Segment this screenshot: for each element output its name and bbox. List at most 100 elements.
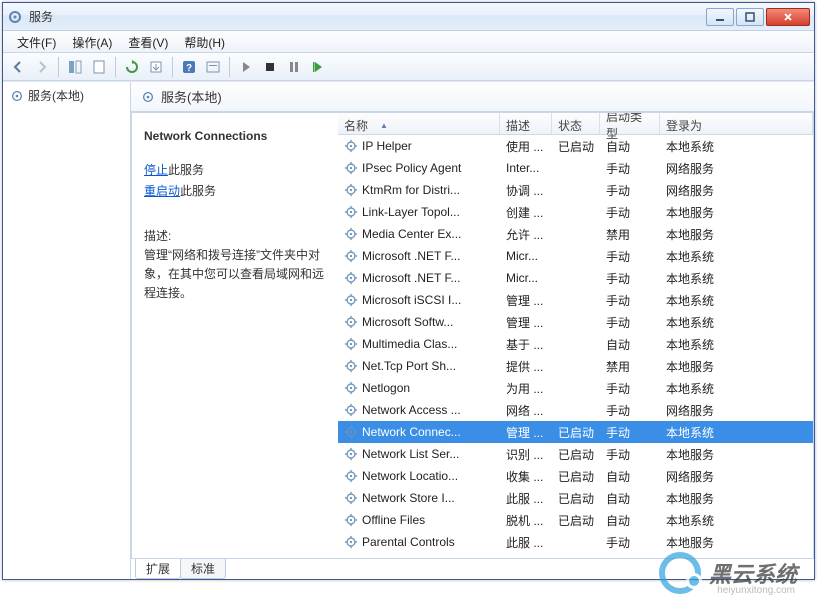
tree-pane[interactable]: 服务(本地) xyxy=(3,82,131,579)
service-row[interactable]: KtmRm for Distri...协调 ...手动网络服务 xyxy=(338,179,813,201)
service-startup: 手动 xyxy=(600,160,660,177)
stop-link[interactable]: 停止 xyxy=(144,163,168,177)
service-icon xyxy=(344,227,358,241)
description-label: 描述: xyxy=(144,227,326,244)
service-desc: 此服 ... xyxy=(500,490,552,507)
pause-service-button[interactable] xyxy=(283,56,305,78)
service-row[interactable]: Network List Ser...识别 ...已启动手动本地服务 xyxy=(338,443,813,465)
service-icon xyxy=(344,271,358,285)
col-startup[interactable]: 启动类型 xyxy=(600,113,660,134)
separator xyxy=(115,57,116,77)
refresh-button[interactable] xyxy=(121,56,143,78)
service-row[interactable]: Microsoft Softw...管理 ...手动本地系统 xyxy=(338,311,813,333)
right-header: 服务(本地) xyxy=(131,82,814,112)
col-description[interactable]: 描述 xyxy=(500,113,552,134)
menu-help[interactable]: 帮助(H) xyxy=(176,31,233,52)
forward-button[interactable] xyxy=(31,56,53,78)
restart-service-button[interactable] xyxy=(307,56,329,78)
service-icon xyxy=(344,447,358,461)
show-hide-tree-button[interactable] xyxy=(64,56,86,78)
service-row[interactable]: Offline Files脱机 ...已启动自动本地系统 xyxy=(338,509,813,531)
service-startup: 手动 xyxy=(600,534,660,551)
close-button[interactable] xyxy=(766,8,810,26)
service-icon xyxy=(344,513,358,527)
service-logon: 本地系统 xyxy=(660,248,813,265)
service-logon: 网络服务 xyxy=(660,468,813,485)
list-body[interactable]: IP Helper使用 ...已启动自动本地系统IPsec Policy Age… xyxy=(338,135,813,558)
service-startup: 手动 xyxy=(600,314,660,331)
service-name: IP Helper xyxy=(362,139,412,153)
help-button[interactable]: ? xyxy=(178,56,200,78)
service-logon: 本地系统 xyxy=(660,292,813,309)
column-headers: 名称▲ 描述 状态 启动类型 登录为 xyxy=(338,113,813,135)
service-desc: 管理 ... xyxy=(500,314,552,331)
service-row[interactable]: Network Locatio...收集 ...已启动自动网络服务 xyxy=(338,465,813,487)
service-row[interactable]: Network Connec...管理 ...已启动手动本地系统 xyxy=(338,421,813,443)
service-desc: 允许 ... xyxy=(500,226,552,243)
service-logon: 本地服务 xyxy=(660,358,813,375)
service-startup: 禁用 xyxy=(600,358,660,375)
action-button[interactable] xyxy=(202,56,224,78)
tab-extended[interactable]: 扩展 xyxy=(135,559,181,579)
service-startup: 手动 xyxy=(600,380,660,397)
menu-file[interactable]: 文件(F) xyxy=(9,31,64,52)
menu-action[interactable]: 操作(A) xyxy=(64,31,120,52)
service-name: Link-Layer Topol... xyxy=(362,205,460,219)
service-row[interactable]: IP Helper使用 ...已启动自动本地系统 xyxy=(338,135,813,157)
service-logon: 本地系统 xyxy=(660,138,813,155)
service-startup: 手动 xyxy=(600,204,660,221)
service-startup: 自动 xyxy=(600,490,660,507)
services-icon xyxy=(10,89,24,103)
service-startup: 手动 xyxy=(600,424,660,441)
properties-button[interactable]: <线 x1="5" y1="5" x2="11" y2="5" stroke="… xyxy=(88,56,110,78)
service-logon: 本地服务 xyxy=(660,534,813,551)
col-status[interactable]: 状态 xyxy=(552,113,600,134)
menu-view[interactable]: 查看(V) xyxy=(120,31,176,52)
service-startup: 手动 xyxy=(600,248,660,265)
service-icon xyxy=(344,161,358,175)
service-row[interactable]: Netlogon为用 ...手动本地系统 xyxy=(338,377,813,399)
service-row[interactable]: Net.Tcp Port Sh...提供 ...禁用本地服务 xyxy=(338,355,813,377)
service-desc: 为用 ... xyxy=(500,380,552,397)
service-icon xyxy=(344,425,358,439)
start-service-button[interactable] xyxy=(235,56,257,78)
service-row[interactable]: Media Center Ex...允许 ...禁用本地服务 xyxy=(338,223,813,245)
service-logon: 本地系统 xyxy=(660,336,813,353)
stop-service-button[interactable] xyxy=(259,56,281,78)
stop-suffix: 此服务 xyxy=(168,163,204,177)
tab-standard[interactable]: 标准 xyxy=(180,559,226,579)
service-row[interactable]: Microsoft .NET F...Micr...手动本地系统 xyxy=(338,267,813,289)
service-icon xyxy=(344,315,358,329)
service-status: 已启动 xyxy=(552,446,600,463)
maximize-button[interactable] xyxy=(736,8,764,26)
service-row[interactable]: IPsec Policy AgentInter...手动网络服务 xyxy=(338,157,813,179)
service-row[interactable]: Multimedia Clas...基于 ...自动本地系统 xyxy=(338,333,813,355)
service-desc: 收集 ... xyxy=(500,468,552,485)
service-startup: 手动 xyxy=(600,446,660,463)
titlebar[interactable]: 服务 xyxy=(3,3,814,31)
service-name: Network Locatio... xyxy=(362,469,458,483)
restart-link[interactable]: 重启动 xyxy=(144,184,180,198)
col-logon[interactable]: 登录为 xyxy=(660,113,813,134)
separator xyxy=(58,57,59,77)
service-logon: 本地系统 xyxy=(660,512,813,529)
minimize-button[interactable] xyxy=(706,8,734,26)
service-startup: 手动 xyxy=(600,182,660,199)
back-button[interactable] xyxy=(7,56,29,78)
service-row[interactable]: Microsoft iSCSI I...管理 ...手动本地系统 xyxy=(338,289,813,311)
service-desc: 创建 ... xyxy=(500,204,552,221)
service-desc: Inter... xyxy=(500,161,552,175)
right-pane: 服务(本地) Network Connections 停止此服务 重启动此服务 … xyxy=(131,82,814,579)
service-desc: 协调 ... xyxy=(500,182,552,199)
tree-root-services[interactable]: 服务(本地) xyxy=(3,82,130,109)
service-row[interactable]: Network Access ...网络 ...手动网络服务 xyxy=(338,399,813,421)
service-row[interactable]: Network Store I...此服 ...已启动自动本地服务 xyxy=(338,487,813,509)
service-status: 已启动 xyxy=(552,138,600,155)
service-logon: 本地服务 xyxy=(660,490,813,507)
service-row[interactable]: Link-Layer Topol...创建 ...手动本地服务 xyxy=(338,201,813,223)
service-row[interactable]: Microsoft .NET F...Micr...手动本地系统 xyxy=(338,245,813,267)
service-logon: 本地系统 xyxy=(660,270,813,287)
col-name[interactable]: 名称▲ xyxy=(338,113,500,134)
export-button[interactable] xyxy=(145,56,167,78)
service-row[interactable]: Parental Controls此服 ...手动本地服务 xyxy=(338,531,813,553)
